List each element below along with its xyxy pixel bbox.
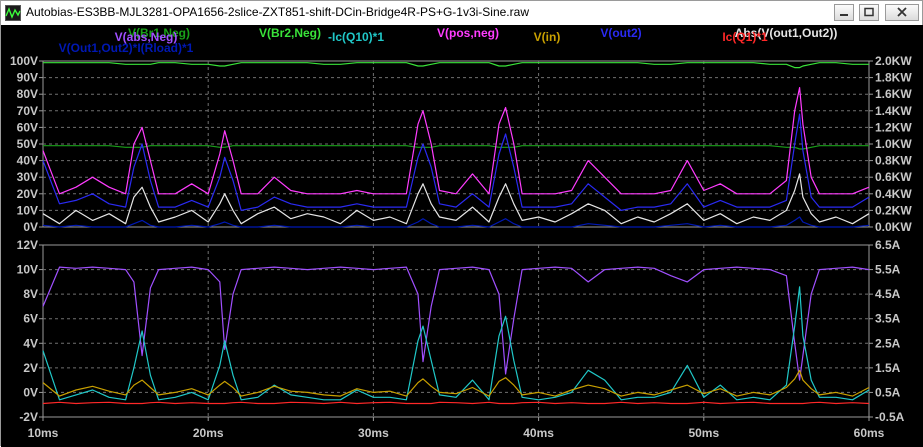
minimize-icon	[840, 14, 848, 16]
trace-v-abs-neg[interactable]	[42, 266, 870, 381]
x-axis-tick-label: 20ms	[193, 426, 224, 440]
trace-v-pos-neg[interactable]	[42, 86, 870, 195]
x-axis-tick-label: 10ms	[28, 426, 59, 440]
x-axis-tick-label: 30ms	[358, 426, 389, 440]
trace-v-out1-out2-i-rload-1[interactable]	[42, 216, 870, 228]
minimize-button[interactable]	[834, 4, 854, 21]
left-axis-tick-label: 40V	[17, 154, 38, 168]
time-axis: 10ms 20ms 30ms 40ms 50ms 60ms	[28, 417, 885, 440]
right-axis-tick-label: 1.2KW	[875, 120, 912, 134]
left-axis-tick-label: 30V	[17, 170, 38, 184]
right-axis-tick-label: 0.4KW	[875, 187, 912, 201]
trace-v-br1-neg[interactable]	[43, 145, 869, 150]
right-axis-tick-label: 1.8KW	[875, 71, 912, 85]
left-axis-tick-label: -2V	[19, 410, 38, 424]
right-axis-tick-label: -0.5A	[875, 410, 905, 424]
right-axis-tick-label: 2.5A	[875, 336, 901, 350]
left-axis-tick-label: 12V	[17, 238, 38, 252]
plot-canvas[interactable]: 0V 0.0KW 10V 0.2KW 20V 0.4KW 30V 0.6KW 40V 0.8KW 5…	[1, 25, 923, 447]
right-axis-tick-label: 3.5A	[875, 312, 901, 326]
maximize-icon	[864, 7, 874, 17]
trace-ic-q1-1[interactable]	[42, 401, 870, 405]
left-axis-tick-label: 80V	[17, 87, 38, 101]
window-title: Autobias-ES3BB-MJL3281-OPA1656-2slice-ZX…	[26, 5, 529, 19]
right-axis-tick-label: 0.2KW	[875, 203, 912, 217]
left-axis-tick-label: 90V	[17, 71, 38, 85]
right-axis-tick-label: 0.0KW	[875, 220, 912, 234]
left-axis-tick-label: 70V	[17, 104, 38, 118]
waveform-app-icon	[5, 5, 21, 21]
plot-frame	[42, 244, 870, 418]
trace-label[interactable]: V(in)	[534, 30, 561, 44]
trace-label[interactable]: Ic(Q1)*1	[722, 30, 768, 44]
right-axis-tick-label: 5.5A	[875, 263, 901, 277]
trace-v-out2[interactable]	[42, 113, 870, 211]
right-axis-tick-label: 0.5A	[875, 385, 901, 399]
title-bar[interactable]: Autobias-ES3BB-MJL3281-OPA1656-2slice-ZX…	[1, 1, 922, 26]
trace-label[interactable]: V(pos,neg)	[437, 26, 499, 40]
right-axis-tick-label: 1.6KW	[875, 87, 912, 101]
x-axis-tick-label: 60ms	[854, 426, 885, 440]
trace-label[interactable]: -Ic(Q10)*1	[328, 30, 384, 44]
left-axis-tick-label: 2V	[23, 361, 38, 375]
right-axis-tick-label: 1.4KW	[875, 104, 912, 118]
waveform-viewer[interactable]: 0V 0.0KW 10V 0.2KW 20V 0.4KW 30V 0.6KW 40V 0.8KW 5…	[1, 25, 923, 447]
right-axis-tick-label: 0.8KW	[875, 154, 912, 168]
x-axis-tick-label: 50ms	[688, 426, 719, 440]
right-axis-tick-label: 1.0KW	[875, 137, 912, 151]
left-axis-tick-label: 0V	[23, 220, 38, 234]
trace-abs-v-out1-out2[interactable]	[42, 173, 870, 225]
top-plot-pane[interactable]: 0V 0.0KW 10V 0.2KW 20V 0.4KW 30V 0.6KW 40V 0.8KW 5…	[10, 26, 912, 234]
trace-label[interactable]: V(out2)	[600, 26, 641, 40]
left-axis-tick-label: 50V	[17, 137, 38, 151]
left-axis-tick-label: 20V	[17, 187, 38, 201]
left-axis-tick-label: 4V	[23, 336, 38, 350]
x-axis-tick-label: 40ms	[523, 426, 554, 440]
trace-v-br2-neg[interactable]	[43, 62, 869, 69]
left-axis-tick-label: 100V	[10, 54, 38, 68]
right-axis-tick-label: 1.5A	[875, 361, 901, 375]
left-axis-tick-label: 10V	[17, 263, 38, 277]
app-window: Autobias-ES3BB-MJL3281-OPA1656-2slice-ZX…	[0, 0, 923, 447]
left-axis-tick-label: 0V	[23, 385, 38, 399]
left-axis-tick-label: 6V	[23, 312, 38, 326]
right-axis-tick-label: 2.0KW	[875, 54, 912, 68]
right-axis-tick-label: 6.5A	[875, 238, 901, 252]
left-axis-tick-label: 60V	[17, 120, 38, 134]
close-icon	[897, 7, 907, 17]
trace-label[interactable]: V(Br2,Neg)	[259, 26, 321, 40]
close-button[interactable]	[885, 4, 919, 21]
maximize-button[interactable]	[859, 4, 879, 21]
trace-label[interactable]: V(abs,Neg)	[115, 30, 178, 44]
right-axis-tick-label: 0.6KW	[875, 170, 912, 184]
right-axis-tick-label: 4.5A	[875, 287, 901, 301]
left-axis-tick-label: 10V	[17, 203, 38, 217]
left-axis-tick-label: 8V	[23, 287, 38, 301]
